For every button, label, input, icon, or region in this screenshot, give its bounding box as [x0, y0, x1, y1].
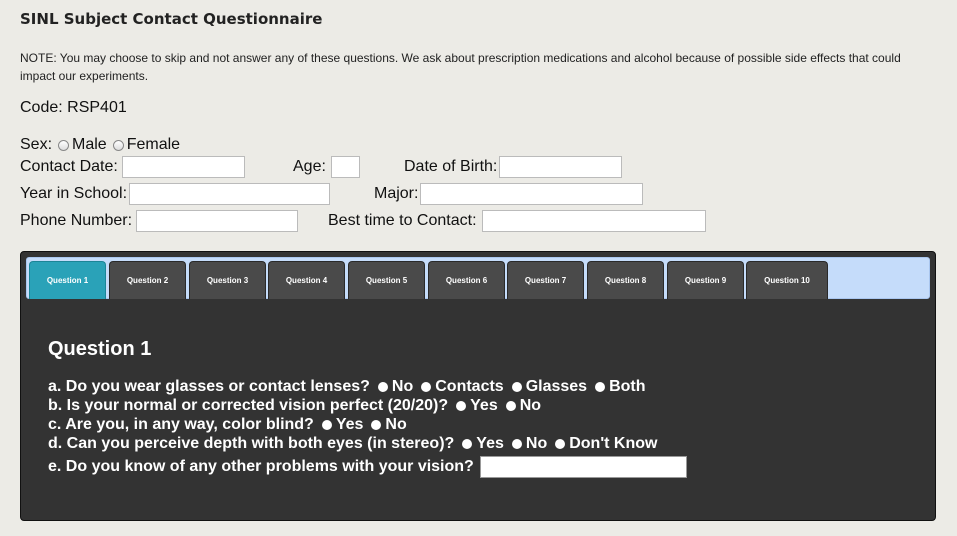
best-time-label: Best time to Contact: — [328, 212, 477, 229]
contact-date-label: Contact Date: — [20, 158, 118, 175]
tab-question-4[interactable]: Question 4 — [268, 261, 345, 299]
question-c-yes-label: Yes — [335, 416, 364, 433]
note-text: NOTE: You may choose to skip and not ans… — [20, 51, 901, 83]
question-d-no-radio[interactable] — [511, 439, 522, 449]
male-label: Male — [72, 136, 107, 153]
year-label: Year in School: — [20, 185, 128, 202]
tab-question-5[interactable]: Question 5 — [348, 261, 425, 299]
question-a-contacts-label: Contacts — [435, 378, 504, 395]
best-time-input[interactable] — [481, 210, 706, 232]
tab-question-7[interactable]: Question 7 — [507, 261, 584, 299]
best-time-row: Best time to Contact: — [328, 210, 706, 232]
major-row: Major: — [374, 183, 644, 205]
question-c: c. Are you, in any way, color blind? Yes… — [48, 416, 407, 434]
question-a-no-radio[interactable] — [377, 382, 388, 392]
question-heading: Question 1 — [48, 338, 152, 360]
female-label: Female — [126, 136, 181, 153]
dob-label: Date of Birth: — [404, 158, 498, 175]
question-a-both-label: Both — [609, 378, 646, 395]
question-d-dont-know-label: Don't Know — [569, 435, 658, 452]
question-b: b. Is your normal or corrected vision pe… — [48, 397, 541, 415]
age-row: Age: — [293, 156, 360, 178]
contact-date-row: Contact Date: — [20, 156, 245, 178]
question-a-text: a. Do you wear glasses or contact lenses… — [48, 378, 370, 395]
question-a-glasses-radio[interactable] — [511, 382, 522, 392]
question-d-yes-radio[interactable] — [462, 439, 473, 449]
page-title: SINL Subject Contact Questionnaire — [20, 10, 323, 28]
tab-question-8[interactable]: Question 8 — [587, 261, 664, 299]
dob-row: Date of Birth: — [404, 156, 623, 178]
question-d-dont-know-radio[interactable] — [555, 439, 566, 449]
tab-bar: Question 1 Question 2 Question 3 Questio… — [26, 257, 930, 299]
question-e: e. Do you know of any other problems wit… — [48, 456, 687, 478]
question-a-no-label: No — [391, 378, 414, 395]
question-d: d. Can you perceive depth with both eyes… — [48, 435, 657, 453]
phone-input[interactable] — [136, 210, 299, 232]
question-d-yes-label: Yes — [476, 435, 504, 452]
contact-date-input[interactable] — [121, 156, 245, 178]
year-row: Year in School: — [20, 183, 331, 205]
dob-input[interactable] — [499, 156, 623, 178]
question-c-text: c. Are you, in any way, color blind? — [48, 416, 314, 433]
question-e-text: e. Do you know of any other problems wit… — [48, 458, 474, 475]
age-input[interactable] — [330, 156, 360, 178]
question-b-no-label: No — [519, 397, 542, 414]
major-label: Major: — [374, 185, 419, 202]
question-b-yes-radio[interactable] — [456, 401, 467, 411]
question-b-no-radio[interactable] — [505, 401, 516, 411]
phone-label: Phone Number: — [20, 212, 133, 229]
question-d-no-label: No — [525, 435, 548, 452]
sex-row: Sex: Male Female — [20, 136, 180, 154]
question-d-text: d. Can you perceive depth with both eyes… — [48, 435, 455, 452]
question-a-glasses-label: Glasses — [525, 378, 588, 395]
tab-question-1[interactable]: Question 1 — [29, 261, 106, 299]
question-a-contacts-radio[interactable] — [421, 382, 432, 392]
tab-question-2[interactable]: Question 2 — [109, 261, 186, 299]
question-c-no-radio[interactable] — [371, 420, 382, 430]
tab-question-10[interactable]: Question 10 — [746, 261, 828, 299]
tab-question-6[interactable]: Question 6 — [428, 261, 505, 299]
question-panel: Question 1 Question 2 Question 3 Questio… — [20, 251, 936, 521]
major-input[interactable] — [420, 183, 644, 205]
age-label: Age: — [293, 158, 326, 175]
question-b-text: b. Is your normal or corrected vision pe… — [48, 397, 449, 414]
question-e-input[interactable] — [479, 456, 687, 478]
year-input[interactable] — [129, 183, 331, 205]
phone-row: Phone Number: — [20, 210, 299, 232]
question-b-yes-label: Yes — [470, 397, 498, 414]
tab-question-9[interactable]: Question 9 — [667, 261, 744, 299]
sex-label: Sex: — [20, 136, 53, 153]
female-radio[interactable] — [112, 139, 124, 151]
question-c-yes-radio[interactable] — [321, 420, 332, 430]
question-a-both-radio[interactable] — [595, 382, 606, 392]
male-radio[interactable] — [58, 139, 70, 151]
question-c-no-label: No — [385, 416, 407, 433]
subject-code: Code: RSP401 — [20, 99, 127, 116]
tab-question-3[interactable]: Question 3 — [189, 261, 266, 299]
question-a: a. Do you wear glasses or contact lenses… — [48, 378, 646, 396]
